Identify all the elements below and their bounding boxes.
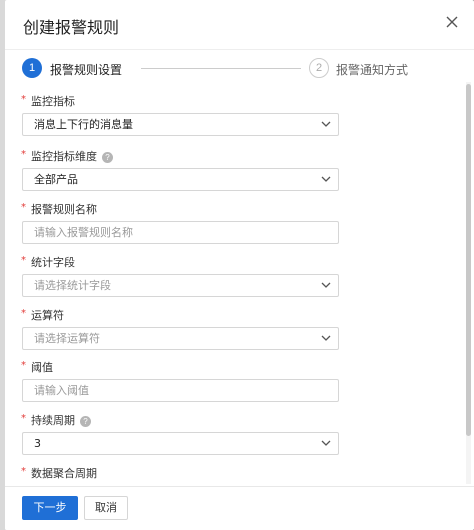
required-star: *: [21, 202, 26, 213]
field-aggregation: * 数据聚合周期: [21, 466, 351, 482]
aggregation-label: 数据聚合周期: [31, 467, 97, 480]
step-1-label: 报警规则设置: [50, 63, 123, 77]
metric-label: 监控指标: [31, 95, 75, 108]
field-label: * 统计字段: [21, 255, 351, 271]
chevron-down-icon: [321, 282, 331, 288]
field-label: * 报警规则名称: [21, 202, 351, 218]
rule-name-label: 报警规则名称: [31, 203, 97, 216]
field-operator: * 运算符 请选择运算符: [21, 308, 351, 350]
field-label: * 数据聚合周期: [21, 466, 351, 482]
field-threshold: * 阈值 请输入阈值: [21, 360, 351, 402]
field-label: * 持续周期 ?: [21, 413, 351, 429]
rule-name-input[interactable]: 请输入报警规则名称: [22, 221, 339, 244]
chevron-down-icon: [321, 121, 331, 127]
operator-placeholder: 请选择运算符: [34, 332, 100, 345]
step-2-label: 报警通知方式: [336, 63, 409, 77]
period-select[interactable]: 3: [22, 432, 339, 455]
operator-label: 运算符: [31, 309, 64, 322]
chevron-down-icon: [321, 335, 331, 341]
required-star: *: [21, 360, 26, 371]
chevron-down-icon: [321, 176, 331, 182]
field-label: * 阈值: [21, 360, 351, 376]
question-circle-icon[interactable]: ?: [80, 415, 91, 427]
required-star: *: [21, 149, 26, 160]
statistic-select[interactable]: 请选择统计字段: [22, 274, 339, 297]
field-statistic: * 统计字段 请选择统计字段: [21, 255, 351, 297]
dialog-footer: 下一步 取消: [5, 486, 474, 530]
create-alarm-rule-dialog: 创建报警规则 1 报警规则设置 2 报警通知方式 * 监控指标 消息上下行的消息…: [5, 0, 474, 530]
required-star: *: [21, 255, 26, 266]
required-star: *: [21, 413, 26, 424]
field-dimension: * 监控指标维度 ? 全部产品: [21, 149, 351, 191]
statistic-label: 统计字段: [31, 256, 75, 269]
question-circle-icon[interactable]: ?: [102, 151, 113, 163]
operator-select[interactable]: 请选择运算符: [22, 327, 339, 350]
period-label: 持续周期: [31, 414, 75, 427]
field-metric: * 监控指标 消息上下行的消息量: [21, 94, 351, 136]
dialog-title: 创建报警规则: [23, 18, 120, 37]
required-star: *: [21, 466, 26, 477]
close-icon[interactable]: [444, 14, 460, 30]
field-rule-name: * 报警规则名称 请输入报警规则名称: [21, 202, 351, 244]
field-label: * 监控指标维度 ?: [21, 149, 351, 165]
required-star: *: [21, 94, 26, 105]
cancel-button[interactable]: 取消: [84, 496, 128, 520]
statistic-placeholder: 请选择统计字段: [34, 279, 111, 292]
rule-name-placeholder: 请输入报警规则名称: [34, 226, 133, 239]
dimension-select[interactable]: 全部产品: [22, 168, 339, 191]
period-select-value: 3: [34, 437, 41, 450]
field-period: * 持续周期 ? 3: [21, 413, 351, 455]
required-star: *: [21, 308, 26, 319]
step-connector-line: [141, 68, 301, 69]
scrollbar-thumb[interactable]: [466, 84, 471, 436]
step-2-circle: 2: [309, 58, 329, 78]
metric-select-value: 消息上下行的消息量: [34, 118, 133, 131]
step-1-circle: 1: [22, 58, 42, 78]
dimension-label: 监控指标维度: [31, 150, 97, 163]
dialog-header: 创建报警规则: [5, 0, 474, 50]
step-indicator: 1 报警规则设置 2 报警通知方式: [22, 58, 462, 80]
field-label: * 监控指标: [21, 94, 351, 110]
dimension-select-value: 全部产品: [34, 173, 78, 186]
field-label: * 运算符: [21, 308, 351, 324]
metric-select[interactable]: 消息上下行的消息量: [22, 113, 339, 136]
threshold-label: 阈值: [31, 361, 53, 374]
threshold-placeholder: 请输入阈值: [34, 384, 89, 397]
next-step-button[interactable]: 下一步: [22, 496, 78, 520]
chevron-down-icon: [321, 440, 331, 446]
threshold-input[interactable]: 请输入阈值: [22, 379, 339, 402]
